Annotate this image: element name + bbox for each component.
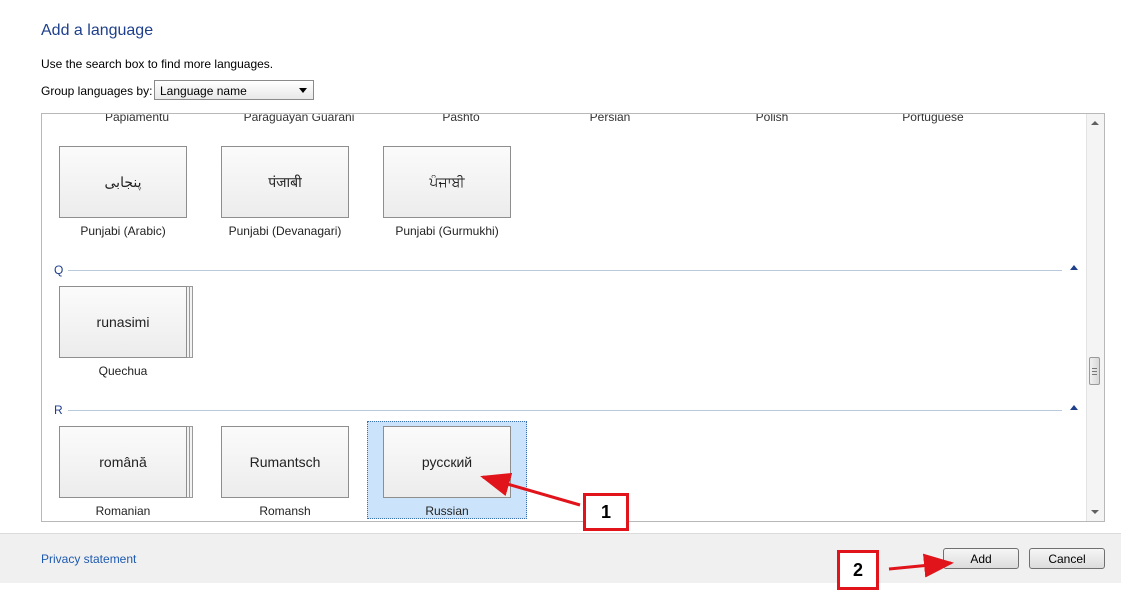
- annotation-arrows: [480, 472, 954, 578]
- arrow-to-add: [888, 553, 954, 578]
- annotation-step-1: 1: [583, 493, 629, 531]
- arrow-to-russian: [480, 472, 581, 507]
- annotation-step-2: 2: [837, 550, 879, 590]
